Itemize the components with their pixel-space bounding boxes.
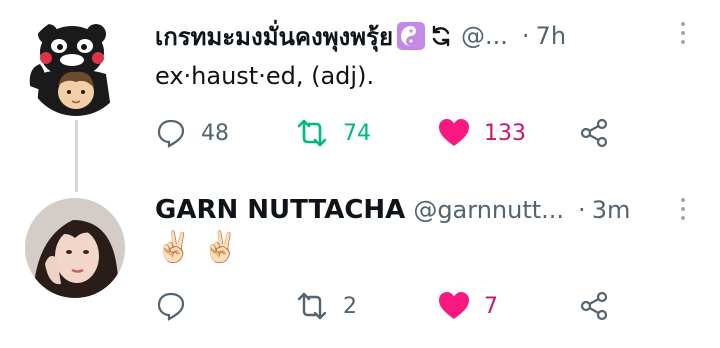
timestamp[interactable]: 3m xyxy=(592,196,631,224)
user-handle[interactable]: @... xyxy=(461,22,508,50)
like-button[interactable]: 133 xyxy=(438,113,526,153)
yin-yang-icon xyxy=(397,22,426,50)
timestamp[interactable]: 7h xyxy=(536,22,566,50)
more-options-icon[interactable] xyxy=(680,198,686,225)
retweet-icon xyxy=(297,119,327,147)
reply-icon xyxy=(157,119,185,148)
reply-button[interactable]: 48 xyxy=(155,113,229,153)
retweet-count: 74 xyxy=(343,120,371,146)
retweet-icon xyxy=(297,292,327,320)
tweet-text: ex·haust·ed, (adj). xyxy=(155,62,375,90)
tweet-header: เกรทมะมงมั่นคงพุงพรุ้ย @... · 7h xyxy=(155,18,566,54)
reply-button[interactable] xyxy=(155,286,201,326)
share-button[interactable] xyxy=(578,286,610,326)
share-icon xyxy=(580,291,608,321)
heart-filled-icon xyxy=(439,119,469,146)
like-count: 133 xyxy=(484,120,526,146)
separator-dot: · xyxy=(578,196,586,224)
sync-icon xyxy=(429,24,453,48)
user-handle[interactable]: @garnnutt... xyxy=(413,196,564,224)
retweet-count: 2 xyxy=(343,293,357,319)
reply-icon xyxy=(157,292,185,321)
tweet-actions: 48 74 133 xyxy=(155,113,625,153)
separator-dot: · xyxy=(521,22,530,50)
tweet: เกรทมะมงมั่นคงพุงพรุ้ย @... · 7h ex·haus… xyxy=(0,0,720,190)
retweet-button[interactable]: 74 xyxy=(295,113,371,153)
like-count: 7 xyxy=(484,293,498,319)
tweet-actions: 2 7 xyxy=(155,286,625,326)
display-name[interactable]: GARN NUTTACHA xyxy=(155,195,405,225)
display-name[interactable]: เกรทมะมงมั่นคงพุงพรุ้ย xyxy=(155,17,393,56)
tweet-text: ✌🏻 ✌🏻 xyxy=(155,230,240,265)
more-options-icon[interactable] xyxy=(680,22,686,49)
retweet-button[interactable]: 2 xyxy=(295,286,357,326)
share-button[interactable] xyxy=(578,113,610,153)
heart-filled-icon xyxy=(439,292,469,319)
avatar[interactable] xyxy=(25,198,125,298)
like-button[interactable]: 7 xyxy=(438,286,498,326)
avatar[interactable] xyxy=(26,16,126,116)
reply-count: 48 xyxy=(201,120,229,146)
tweet-header: GARN NUTTACHA @garnnutt... · 3m xyxy=(155,192,630,228)
share-icon xyxy=(580,118,608,148)
tweet: GARN NUTTACHA @garnnutt... · 3m ✌🏻 ✌🏻 2 xyxy=(0,190,720,348)
